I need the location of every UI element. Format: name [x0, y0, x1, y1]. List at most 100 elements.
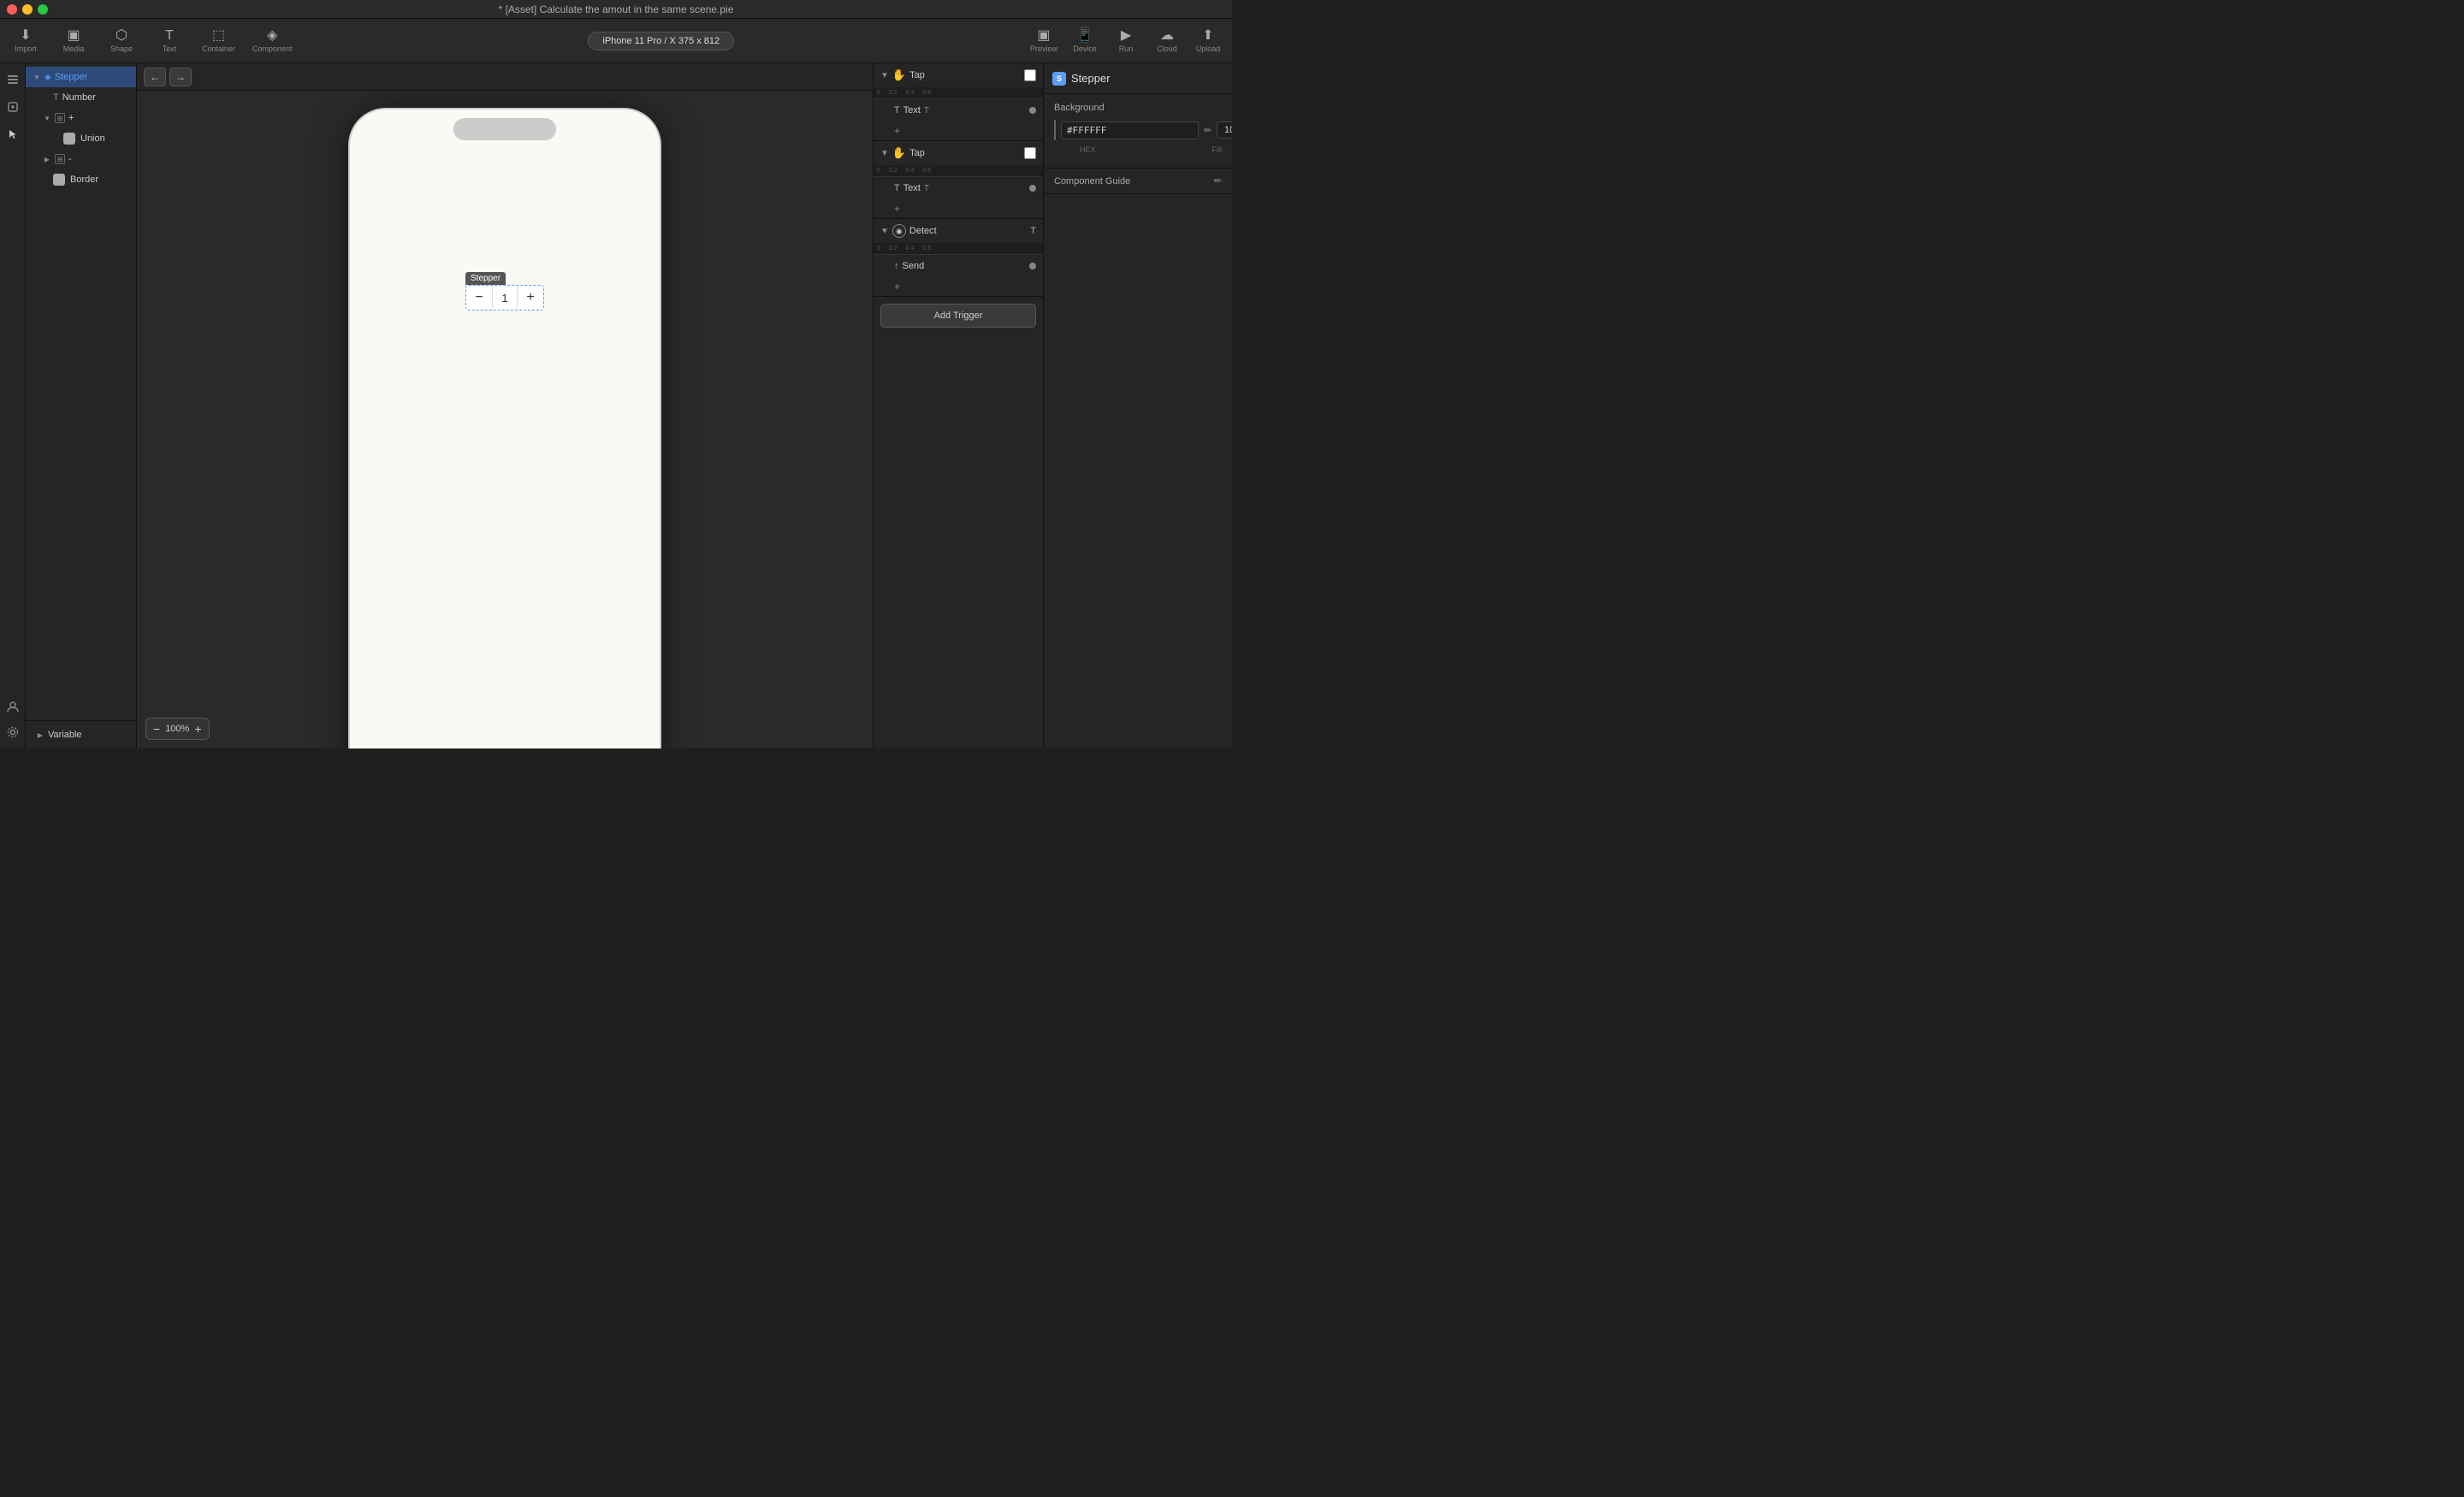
background-section: Background ✏ HEX Fill	[1044, 94, 1232, 169]
component-guide-row[interactable]: Component Guide ✏	[1044, 169, 1232, 194]
toolbar-run[interactable]: ▶ Run	[1112, 29, 1140, 53]
trigger-add-tap2[interactable]: +	[874, 199, 1043, 218]
trigger-header-detect[interactable]: ▼ ◉ Detect T	[874, 219, 1043, 243]
container-icon: ⬚	[212, 29, 225, 43]
labels-row: HEX Fill	[1054, 145, 1222, 154]
chevron-plus: ▼	[43, 114, 51, 122]
tap-hand-icon2: ✋	[892, 146, 906, 160]
shape-icon: ⬡	[116, 29, 127, 43]
user-btn[interactable]	[3, 697, 22, 716]
canvas-viewport[interactable]: Stepper − 1 +	[137, 91, 873, 748]
layer-item-number[interactable]: T Number	[26, 87, 136, 108]
union-shape-icon	[63, 133, 75, 145]
device-selector[interactable]: iPhone 11 Pro / X 375 x 812	[588, 32, 734, 50]
action-send-name: Send	[903, 261, 925, 271]
cursor-btn[interactable]	[3, 125, 22, 144]
trigger-header-tap1[interactable]: ▼ ✋ Tap	[874, 63, 1043, 87]
border-shape-icon	[53, 174, 65, 186]
trigger-section-tap1: ▼ ✋ Tap 0 0.2 0.4 0.6 T Text T	[874, 63, 1043, 141]
variable-item[interactable]: ▶ Variable	[33, 728, 129, 742]
trigger-tap2-name: Tap	[909, 148, 1021, 158]
trigger-action-text2: T Text T	[874, 177, 1043, 199]
text-label: Text	[163, 44, 177, 53]
trigger-header-tap2[interactable]: ▼ ✋ Tap	[874, 141, 1043, 165]
body-layout: ▼ ◈ Stepper T Number ▼ ⊞ + U	[0, 63, 1232, 748]
trigger-section-detect: ▼ ◉ Detect T 0 0.2 0.4 0.6 ↑ Send +	[874, 219, 1043, 297]
zoom-in-button[interactable]: +	[194, 722, 201, 736]
layer-item-plus-group[interactable]: ▼ ⊞ +	[26, 108, 136, 128]
device-icon: 📱	[1076, 29, 1093, 43]
toolbar-container[interactable]: ⬚ Container	[202, 29, 235, 53]
layer-item-minus-group[interactable]: ▶ ⊞ -	[26, 149, 136, 169]
text-icon: T	[165, 29, 174, 43]
layer-item-stepper[interactable]: ▼ ◈ Stepper	[26, 67, 136, 87]
icon-sidebar	[0, 63, 26, 748]
chevron-tap2: ▼	[880, 149, 889, 158]
nav-forward-button[interactable]: →	[169, 68, 192, 86]
component-guide-edit-icon[interactable]: ✏	[1214, 175, 1222, 186]
pencil-icon[interactable]: ✏	[1204, 125, 1211, 136]
group-minus-icon: ⊞	[55, 154, 65, 164]
trigger-add-tap1[interactable]: +	[874, 121, 1043, 140]
color-swatch[interactable]	[1054, 120, 1056, 140]
ruler-tap1: 0 0.2 0.4 0.6	[874, 87, 1043, 99]
props-header: S Stepper	[1044, 63, 1232, 94]
tap-hand-icon: ✋	[892, 68, 906, 82]
text-action-icon1: T	[894, 105, 900, 115]
toolbar-device[interactable]: 📱 Device	[1071, 29, 1099, 53]
toolbar-text[interactable]: T Text	[154, 29, 185, 53]
toolbar-preview[interactable]: ▣ Preview	[1030, 29, 1057, 53]
action-text2-name: Text	[903, 183, 921, 193]
maximize-button[interactable]	[38, 4, 48, 15]
chevron-tap1: ▼	[880, 71, 889, 80]
trigger-color-tap2	[1024, 147, 1036, 159]
zoom-out-button[interactable]: −	[153, 722, 160, 736]
import-icon: ⬇	[20, 29, 31, 43]
color-row: ✏	[1054, 120, 1222, 140]
upload-label: Upload	[1196, 44, 1221, 53]
close-button[interactable]	[7, 4, 17, 15]
trigger-section-tap2: ▼ ✋ Tap 0 0.2 0.4 0.6 T Text T	[874, 141, 1043, 219]
action-type-T1: T	[924, 106, 929, 115]
title-bar: * [Asset] Calculate the amout in the sam…	[0, 0, 1232, 19]
run-label: Run	[1119, 44, 1134, 53]
hex-input[interactable]	[1061, 121, 1199, 139]
layer-item-union[interactable]: Union	[26, 128, 136, 149]
stepper-component-icon: ◈	[44, 73, 51, 82]
toolbar-component[interactable]: ◈ Component	[252, 29, 293, 53]
dot-tap2	[1029, 185, 1036, 192]
triggers-panel: ▼ ✋ Tap 0 0.2 0.4 0.6 T Text T	[873, 63, 1044, 748]
layer-border-name: Border	[70, 175, 98, 185]
window-controls[interactable]	[7, 4, 48, 15]
add-trigger-button[interactable]: Add Trigger	[880, 304, 1036, 328]
minimize-button[interactable]	[22, 4, 33, 15]
trigger-action-send: ↑ Send	[874, 255, 1043, 277]
toolbar-shape[interactable]: ⬡ Shape	[106, 29, 137, 53]
app-layout: ⬇ Import ▣ Media ⬡ Shape T Text ⬚ Contai…	[0, 19, 1232, 748]
stepper-value: 1	[492, 286, 518, 310]
stepper-minus-button[interactable]: −	[466, 286, 492, 310]
toolbar-import[interactable]: ⬇ Import	[10, 29, 41, 53]
nav-back-button[interactable]: ←	[144, 68, 166, 86]
container-label: Container	[202, 44, 235, 53]
toolbar-right: ▣ Preview 📱 Device ▶ Run ☁ Cloud ⬆ Uploa…	[1030, 29, 1222, 53]
toolbar-cloud[interactable]: ☁ Cloud	[1153, 29, 1181, 53]
toolbar-upload[interactable]: ⬆ Upload	[1194, 29, 1222, 53]
device-label: Device	[1073, 44, 1097, 53]
stepper-plus-button[interactable]: +	[518, 286, 543, 310]
trigger-color-tap1	[1024, 69, 1036, 81]
trigger-add-detect[interactable]: +	[874, 277, 1043, 296]
media-icon: ▣	[67, 29, 80, 43]
toolbar-center: iPhone 11 Pro / X 375 x 812	[310, 32, 1013, 50]
cloud-label: Cloud	[1157, 44, 1177, 53]
chevron-stepper: ▼	[33, 73, 41, 81]
component-icon: ◈	[267, 29, 277, 43]
add-layer-btn[interactable]	[3, 98, 22, 116]
settings-btn[interactable]	[3, 723, 22, 742]
upload-icon: ⬆	[1202, 29, 1213, 43]
layer-item-border[interactable]: Border	[26, 169, 136, 190]
preview-icon: ▣	[1037, 29, 1050, 43]
fill-input[interactable]	[1217, 121, 1232, 139]
toolbar-media[interactable]: ▣ Media	[58, 29, 89, 53]
layers-toggle[interactable]	[3, 70, 22, 89]
